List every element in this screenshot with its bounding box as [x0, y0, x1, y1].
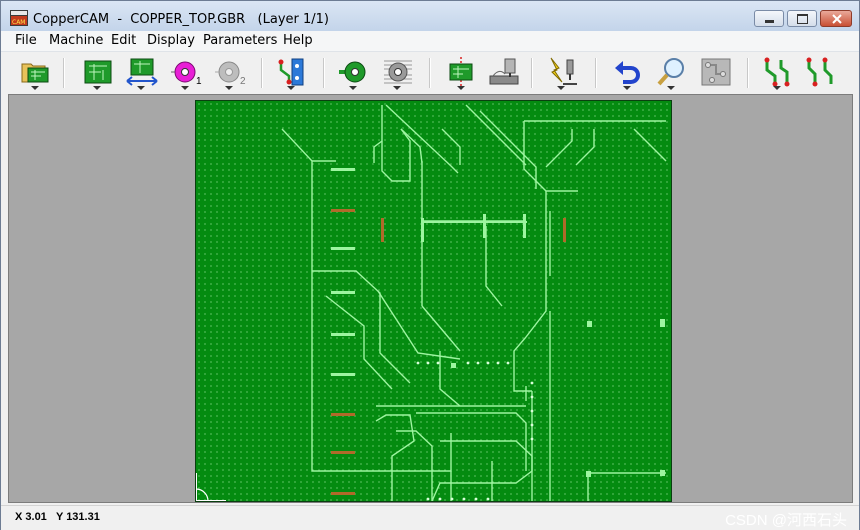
board-workspace[interactable]: [8, 94, 853, 503]
minimize-icon: [765, 20, 774, 23]
drill-2-label: 2: [240, 76, 246, 87]
minimize-button[interactable]: [754, 10, 784, 27]
maximize-icon: [797, 14, 808, 24]
drill-2-button[interactable]: 2: [213, 56, 247, 90]
zoom-button[interactable]: [655, 56, 689, 90]
path-1-icon: [764, 57, 790, 87]
window-title: CopperCAM - COPPER_TOP.GBR (Layer 1/1): [33, 12, 330, 27]
title-bar[interactable]: CAM CopperCAM - COPPER_TOP.GBR (Layer 1/…: [1, 1, 859, 31]
tracks-button[interactable]: [275, 56, 309, 90]
pad-outline-icon: [384, 60, 412, 84]
menu-machine[interactable]: Machine: [49, 33, 103, 48]
mill-spark-icon: [550, 57, 577, 85]
close-button[interactable]: [820, 10, 852, 27]
y-coordinate: Y 131.31: [56, 511, 100, 523]
menu-display[interactable]: Display: [147, 33, 195, 48]
drill-1-button[interactable]: 1: [169, 56, 203, 90]
zoom-icon: [657, 58, 684, 86]
menu-help[interactable]: Help: [283, 33, 313, 48]
pad-button[interactable]: [337, 56, 371, 90]
pad-outline-button[interactable]: [381, 56, 415, 90]
board-flip-button[interactable]: [125, 56, 159, 90]
menu-file[interactable]: File: [15, 33, 37, 48]
undo-button[interactable]: [611, 56, 645, 90]
board-layers-button[interactable]: [81, 56, 115, 90]
open-file-icon: [21, 63, 49, 83]
board-flip-icon: [126, 58, 158, 86]
tracks-icon: [278, 58, 304, 86]
close-icon: [832, 14, 842, 24]
board-layers-icon: [84, 60, 112, 84]
path-2-icon: [806, 57, 833, 87]
drill-1-label: 1: [196, 76, 202, 87]
path-2-button[interactable]: [803, 56, 837, 88]
maximize-button[interactable]: [787, 10, 817, 27]
mill-spark-button[interactable]: [545, 56, 579, 90]
coppercam-app-icon: CAM: [10, 10, 28, 26]
engraving-tool-icon: [489, 58, 519, 85]
origin-marker: [195, 473, 226, 502]
footprint-button[interactable]: [699, 56, 733, 88]
toolbar: 1 2: [1, 52, 859, 92]
pcb-copper-layer[interactable]: [195, 101, 671, 502]
engraving-tool-button[interactable]: [487, 56, 521, 88]
svg-text:CAM: CAM: [12, 19, 25, 26]
status-bar: X 3.01 Y 131.31 CSDN @河西石头: [1, 505, 859, 530]
path-1-button[interactable]: [761, 56, 795, 90]
board-contour-button[interactable]: [445, 56, 479, 90]
app-window: CAM CopperCAM - COPPER_TOP.GBR (Layer 1/…: [0, 0, 860, 530]
menu-edit[interactable]: Edit: [111, 33, 136, 48]
x-coordinate: X 3.01: [15, 511, 47, 523]
footprint-icon: [701, 58, 731, 86]
menu-bar: File Machine Edit Display Parameters Hel…: [1, 31, 859, 52]
watermark: CSDN @河西石头: [725, 512, 847, 529]
board-contour-icon: [449, 57, 473, 87]
pad-icon: [339, 61, 366, 83]
undo-icon: [615, 61, 640, 84]
menu-parameters[interactable]: Parameters: [203, 33, 277, 48]
pcb-board[interactable]: [195, 100, 672, 502]
open-file-button[interactable]: [19, 56, 53, 90]
